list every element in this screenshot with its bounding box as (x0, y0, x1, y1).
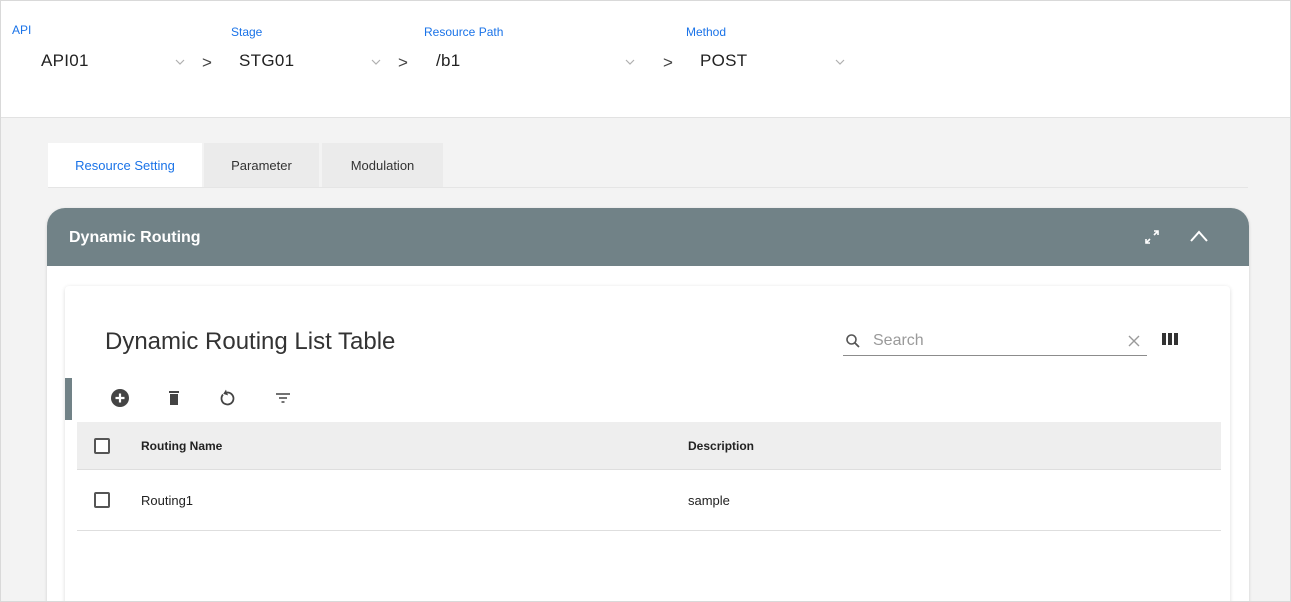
expand-icon[interactable] (1141, 226, 1163, 248)
breadcrumb-separator: > (202, 53, 212, 72)
columns-icon[interactable] (1161, 331, 1179, 347)
method-label: Method (686, 25, 727, 39)
breadcrumb-separator: > (398, 53, 408, 72)
method-value: POST (700, 51, 748, 70)
description-cell: sample (688, 493, 730, 508)
search-input[interactable] (873, 330, 1103, 352)
table-row[interactable]: Routing1 sample (77, 470, 1221, 531)
stage-value: STG01 (239, 51, 295, 70)
delete-icon[interactable] (164, 388, 184, 408)
routing-name-cell: Routing1 (141, 493, 194, 508)
api-selector[interactable]: API API01 (1, 1, 201, 118)
breadcrumb-separator: > (663, 53, 673, 72)
search-box (843, 326, 1147, 356)
tab-modulation[interactable]: Modulation (322, 143, 443, 187)
table-title: Dynamic Routing List Table (105, 328, 396, 355)
resource-path-value: /b1 (436, 51, 461, 70)
column-header-routing-name[interactable]: Routing Name (141, 439, 222, 453)
clear-search-icon[interactable] (1127, 334, 1141, 348)
stage-label: Stage (231, 25, 263, 39)
collapse-icon[interactable] (1188, 226, 1210, 248)
stage-selector[interactable]: Stage STG01 (221, 1, 391, 118)
routing-list-card: Dynamic Routing List Table Search Routin… (65, 286, 1230, 601)
tab-bar: Resource Setting Parameter Modulation (48, 143, 1248, 188)
chevron-down-icon (835, 59, 845, 65)
method-selector[interactable]: Method POST (681, 1, 861, 118)
dynamic-routing-panel: Dynamic Routing Dynamic Routing List Tab… (47, 208, 1249, 601)
panel-header: Dynamic Routing (47, 208, 1249, 266)
toolbar-accent-bar (65, 378, 72, 420)
tab-parameter[interactable]: Parameter (204, 143, 319, 187)
select-all-checkbox[interactable] (94, 438, 110, 454)
row-checkbox[interactable] (94, 492, 110, 508)
chevron-down-icon (175, 59, 185, 65)
panel-title: Dynamic Routing (69, 229, 201, 246)
filter-icon[interactable] (273, 388, 293, 408)
add-circle-icon[interactable] (110, 388, 130, 408)
api-label: API (12, 23, 32, 37)
chevron-down-icon (625, 59, 635, 65)
api-value: API01 (41, 51, 89, 70)
column-header-description[interactable]: Description (688, 439, 754, 453)
chevron-down-icon (371, 59, 381, 65)
search-icon (846, 334, 860, 348)
tab-resource-setting[interactable]: Resource Setting (48, 143, 202, 187)
selector-bar: API API01 > Stage STG01 > Resource Path … (1, 1, 1290, 118)
resource-path-selector[interactable]: Resource Path /b1 (421, 1, 661, 118)
resource-path-label: Resource Path (424, 25, 504, 39)
app-frame: API API01 > Stage STG01 > Resource Path … (0, 0, 1291, 602)
table-header: Routing Name Description (77, 422, 1221, 470)
refresh-icon[interactable] (217, 388, 237, 408)
